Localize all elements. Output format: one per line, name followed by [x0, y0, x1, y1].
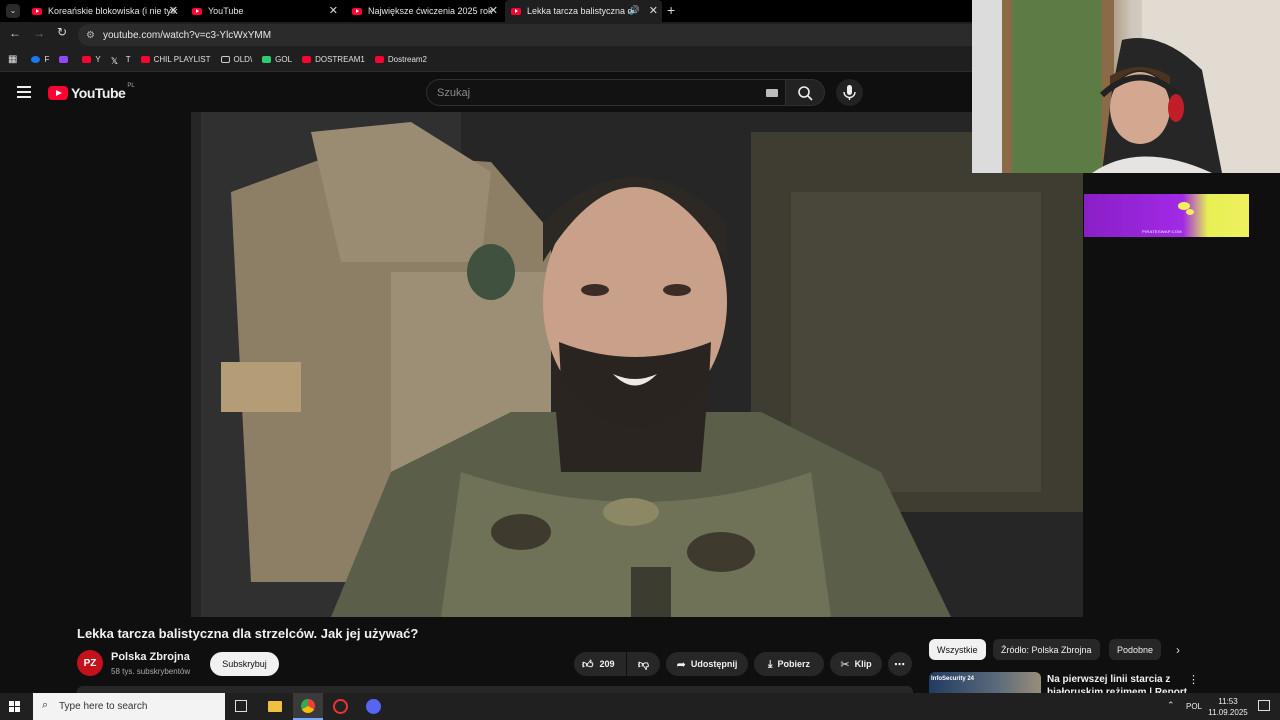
- more-horiz-icon: ⋯: [894, 658, 906, 671]
- tab-1[interactable]: YouTube ✕: [186, 0, 342, 22]
- hamburger-menu-icon[interactable]: [17, 86, 31, 98]
- windows-start-icon[interactable]: [9, 701, 20, 712]
- channel-name[interactable]: Polska Zbrojna: [111, 651, 190, 663]
- youtube-icon: [140, 56, 150, 63]
- youtube-favicon-icon: [192, 7, 202, 15]
- webcam-image: [972, 0, 1280, 173]
- bookmark-dostream1[interactable]: DOSTREAM1: [302, 55, 365, 64]
- search-input[interactable]: Szukaj: [426, 79, 786, 106]
- youtube-logo[interactable]: YouTube PL: [48, 83, 135, 101]
- twitch-icon: [59, 56, 69, 63]
- windows-taskbar: ⌕ Type here to search ⌃ POL 11:53 11.09.…: [0, 693, 1280, 720]
- reload-icon[interactable]: ↻: [57, 25, 67, 39]
- youtube-favicon-icon: [32, 7, 42, 15]
- search-icon: [798, 86, 813, 101]
- close-tab-icon[interactable]: ✕: [649, 4, 658, 17]
- chevron-up-icon[interactable]: ⌃: [1167, 700, 1175, 711]
- bookmark-t[interactable]: 𝕏T: [110, 55, 131, 66]
- bookmark-chil-playlist[interactable]: CHIL PLAYLIST: [140, 55, 211, 64]
- sponsor-banner[interactable]: PIRATESWAP.COM: [1084, 194, 1249, 237]
- chevron-right-icon[interactable]: ›: [1176, 643, 1180, 657]
- obs-icon[interactable]: [333, 699, 348, 714]
- video-player[interactable]: [191, 112, 1083, 617]
- address-bar-row: ← → ↻ ⚙ youtube.com/watch?v=c3-YlcWxYMM: [0, 22, 972, 48]
- recommendation-thumbnail[interactable]: InfoSecurity 24: [929, 672, 1041, 693]
- youtube-icon: [302, 56, 312, 63]
- back-arrow-icon[interactable]: ←: [9, 26, 21, 40]
- youtube-icon: [82, 56, 92, 63]
- apps-grid-icon[interactable]: ▦: [8, 54, 17, 65]
- streamer-webcam-overlay: [972, 0, 1280, 173]
- close-tab-icon[interactable]: ✕: [169, 4, 178, 17]
- channel-avatar[interactable]: PZ: [77, 650, 103, 676]
- voice-search-button[interactable]: [836, 79, 863, 106]
- kebab-menu-icon[interactable]: ⋮: [1188, 673, 1199, 686]
- bookmark-old-folder[interactable]: OLD\: [220, 55, 252, 64]
- more-actions-button[interactable]: ⋯: [888, 652, 912, 676]
- like-button[interactable]: 👍︎ 209: [574, 652, 626, 676]
- chrome-taskbar-button[interactable]: [293, 693, 323, 720]
- chip-source-channel[interactable]: Źródło: Polska Zbrojna: [993, 639, 1100, 660]
- microphone-icon: [843, 85, 856, 100]
- folder-icon: [220, 56, 230, 63]
- bookmark-dostream2[interactable]: Dostream2: [374, 55, 427, 64]
- youtube-icon: [374, 56, 384, 63]
- x-logo-icon: 𝕏: [110, 56, 118, 66]
- search-icon: ⌕: [42, 699, 49, 711]
- bookmark-f[interactable]: F: [31, 55, 49, 64]
- video-frame-soldier: [191, 112, 1083, 617]
- task-view-icon[interactable]: [235, 700, 247, 712]
- subscribe-button[interactable]: Subskrybuj: [210, 652, 279, 676]
- taskbar-search-input[interactable]: ⌕ Type here to search: [33, 693, 225, 720]
- language-indicator[interactable]: POL: [1186, 702, 1202, 711]
- search-button[interactable]: [785, 79, 825, 106]
- chip-all[interactable]: Wszystkie: [929, 639, 986, 660]
- facebook-icon: [31, 56, 41, 63]
- tab-0[interactable]: Koreańskie blokowiska (i nie tylk ✕: [26, 0, 182, 22]
- clock[interactable]: 11:53 11.09.2025: [1208, 696, 1248, 718]
- file-explorer-icon[interactable]: [268, 701, 282, 712]
- youtube-play-icon: [48, 86, 68, 100]
- youtube-favicon-icon: [352, 7, 362, 15]
- bookmark-twitch[interactable]: [59, 56, 72, 63]
- download-icon: ⤓: [768, 658, 773, 670]
- share-button[interactable]: ➦ Udostępnij: [666, 652, 748, 676]
- scissors-icon: ✂: [840, 658, 850, 671]
- chip-related[interactable]: Podobne: [1109, 639, 1161, 660]
- gol-icon: [262, 56, 272, 63]
- close-tab-icon[interactable]: ✕: [489, 4, 498, 17]
- thumbs-down-icon: 👎︎: [637, 658, 650, 671]
- new-tab-icon[interactable]: +: [667, 2, 675, 18]
- tab-2[interactable]: Największe ćwiczenia 2025 rok ✕: [346, 0, 502, 22]
- bookmark-gol[interactable]: GOL: [262, 55, 292, 64]
- bookmark-y[interactable]: Y: [82, 55, 101, 64]
- tab-3-active[interactable]: Lekka tarcza balistyczna dla 🔊 ✕: [505, 0, 662, 22]
- video-title: Lekka tarcza balistyczna dla strzelców. …: [77, 626, 419, 641]
- speaker-icon[interactable]: 🔊: [629, 5, 640, 16]
- description-box[interactable]: [77, 686, 913, 693]
- forward-arrow-icon[interactable]: →: [33, 26, 45, 40]
- youtube-favicon-icon: [511, 7, 521, 15]
- download-button[interactable]: ⤓ Pobierz: [754, 652, 824, 676]
- notifications-icon[interactable]: [1258, 700, 1270, 711]
- subscriber-count: 58 tys. subskrybentów: [111, 667, 191, 676]
- thumbs-up-icon: 👍︎: [582, 658, 594, 671]
- chrome-icon: [301, 699, 315, 713]
- tab-search-button[interactable]: ⌄: [6, 4, 20, 18]
- keyboard-icon[interactable]: [766, 89, 778, 97]
- discord-icon[interactable]: [366, 699, 381, 714]
- url-field[interactable]: ⚙ youtube.com/watch?v=c3-YlcWxYMM: [78, 24, 972, 46]
- close-tab-icon[interactable]: ✕: [329, 4, 338, 17]
- dislike-button[interactable]: 👎︎: [627, 652, 660, 676]
- site-info-icon[interactable]: ⚙: [86, 30, 95, 41]
- share-arrow-icon: ➦: [676, 658, 686, 671]
- clip-button[interactable]: ✂ Klip: [830, 652, 882, 676]
- bookmarks-bar: ▦ F Y 𝕏T CHIL PLAYLIST OLD\ GOL DOSTREAM…: [0, 48, 972, 72]
